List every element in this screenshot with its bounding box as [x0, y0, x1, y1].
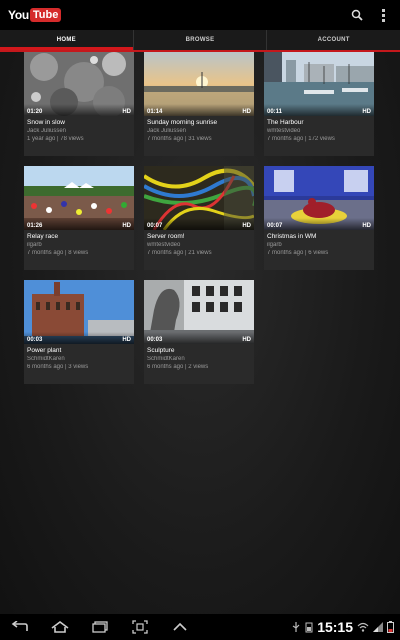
- video-title: Server room!: [147, 233, 185, 240]
- hd-badge: HD: [362, 109, 371, 115]
- video-thumbnail[interactable]: 01:26 HD: [24, 166, 134, 230]
- video-duration: 01:20: [27, 109, 43, 115]
- video-author: SchmidtKaren: [27, 356, 65, 362]
- recent-apps-icon: [92, 621, 108, 633]
- tab-home[interactable]: HOME: [0, 30, 133, 50]
- overflow-menu-button[interactable]: [370, 2, 396, 28]
- video-duration: 00:11: [267, 109, 283, 115]
- hd-badge: HD: [122, 109, 131, 115]
- video-thumbnail[interactable]: 00:03 HD: [24, 280, 134, 344]
- video-title: Sculpture: [147, 347, 175, 354]
- video-thumbnail[interactable]: 00:07 HD: [264, 166, 374, 230]
- recent-apps-button[interactable]: [80, 614, 120, 640]
- video-grid: 01:20 HD Snow in slow Jack Juliussen 1 y…: [24, 52, 376, 384]
- video-author: wmtestvideo: [267, 128, 301, 134]
- video-author: ilgarb: [267, 242, 282, 248]
- hd-badge: HD: [242, 109, 251, 115]
- action-bar: You Tube: [0, 0, 400, 30]
- chevron-up-icon: [173, 622, 187, 631]
- video-duration: 01:26: [27, 223, 43, 229]
- home-icon: [51, 621, 69, 633]
- video-author: Jack Juliussen: [27, 128, 67, 134]
- hd-badge: HD: [122, 337, 131, 343]
- video-author: ilgarb: [27, 242, 42, 248]
- tab-account[interactable]: ACCOUNT: [266, 30, 400, 50]
- video-stats: 7 months ago | 8 views: [27, 250, 89, 256]
- tab-bar: HOME BROWSE ACCOUNT: [0, 30, 400, 52]
- logo-you-text: You: [8, 8, 29, 22]
- tab-home-label: HOME: [56, 37, 76, 43]
- video-card[interactable]: 01:20 HD Snow in slow Jack Juliussen 1 y…: [24, 52, 134, 156]
- video-card[interactable]: 00:11 HD The Harbour wmtestvideo 7 month…: [264, 52, 374, 156]
- video-author: SchmidtKaren: [147, 356, 185, 362]
- video-stats: 7 months ago | 172 views: [267, 136, 335, 142]
- video-thumbnail[interactable]: 01:14 HD: [144, 52, 254, 116]
- video-duration: 00:07: [147, 223, 163, 229]
- video-thumbnail[interactable]: 00:07 HD: [144, 166, 254, 230]
- video-card[interactable]: 00:07 HD Server room! wmtestvideo 7 mont…: [144, 166, 254, 270]
- video-title: Snow in slow: [27, 119, 65, 126]
- video-title: Christmas in WM: [267, 233, 317, 240]
- back-icon: [11, 621, 28, 631]
- video-thumbnail[interactable]: 00:11 HD: [264, 52, 374, 116]
- video-title: Sunday morning sunrise: [147, 119, 218, 126]
- back-button[interactable]: [0, 614, 40, 640]
- video-thumbnail[interactable]: 01:20 HD: [24, 52, 134, 116]
- video-title: Relay race: [27, 233, 59, 240]
- overflow-menu-icon: [381, 8, 385, 22]
- hd-badge: HD: [122, 223, 131, 229]
- status-area[interactable]: 15:15: [291, 619, 400, 635]
- search-icon: [351, 9, 363, 21]
- hd-badge: HD: [362, 223, 371, 229]
- video-card[interactable]: 01:26 HD Relay race ilgarb 7 months ago …: [24, 166, 134, 270]
- video-stats: 6 months ago | 2 views: [147, 364, 209, 370]
- system-navigation-bar: 15:15: [0, 614, 400, 640]
- video-stats: 7 months ago | 21 views: [147, 250, 212, 256]
- screenshot-button[interactable]: [120, 614, 160, 640]
- signal-icon: [373, 622, 383, 632]
- expand-up-button[interactable]: [160, 614, 200, 640]
- video-card[interactable]: 00:03 HD Sculpture SchmidtKaren 6 months…: [144, 280, 254, 384]
- hd-badge: HD: [242, 337, 251, 343]
- video-stats: 1 year ago | 78 views: [27, 136, 84, 142]
- wifi-icon: [357, 622, 369, 632]
- video-duration: 00:07: [267, 223, 283, 229]
- video-author: Jack Juliussen: [147, 128, 187, 134]
- video-card[interactable]: 00:03 HD Power plant SchmidtKaren 6 mont…: [24, 280, 134, 384]
- battery-icon: [387, 621, 394, 633]
- battery-charging-icon: [305, 622, 313, 633]
- video-stats: 6 months ago | 3 views: [27, 364, 89, 370]
- video-title: The Harbour: [267, 119, 304, 126]
- video-stats: 7 months ago | 6 views: [267, 250, 329, 256]
- clock: 15:15: [317, 619, 353, 635]
- usb-icon: [292, 622, 300, 632]
- video-author: wmtestvideo: [147, 242, 181, 248]
- hd-badge: HD: [242, 223, 251, 229]
- video-thumbnail[interactable]: 00:03 HD: [144, 280, 254, 344]
- youtube-logo[interactable]: You Tube: [8, 6, 62, 24]
- tab-browse-label: BROWSE: [185, 37, 215, 43]
- video-duration: 00:03: [147, 337, 163, 343]
- search-button[interactable]: [344, 2, 370, 28]
- tab-browse[interactable]: BROWSE: [132, 30, 267, 50]
- video-duration: 00:03: [27, 337, 43, 343]
- video-card[interactable]: 01:14 HD Sunday morning sunrise Jack Jul…: [144, 52, 254, 156]
- screenshot-icon: [132, 620, 148, 634]
- video-title: Power plant: [27, 347, 62, 354]
- video-duration: 01:14: [147, 109, 163, 115]
- logo-tube-text: Tube: [29, 8, 62, 22]
- video-card[interactable]: 00:07 HD Christmas in WM ilgarb 7 months…: [264, 166, 374, 270]
- tab-account-label: ACCOUNT: [317, 37, 350, 43]
- home-button[interactable]: [40, 614, 80, 640]
- video-stats: 7 months ago | 31 views: [147, 136, 212, 142]
